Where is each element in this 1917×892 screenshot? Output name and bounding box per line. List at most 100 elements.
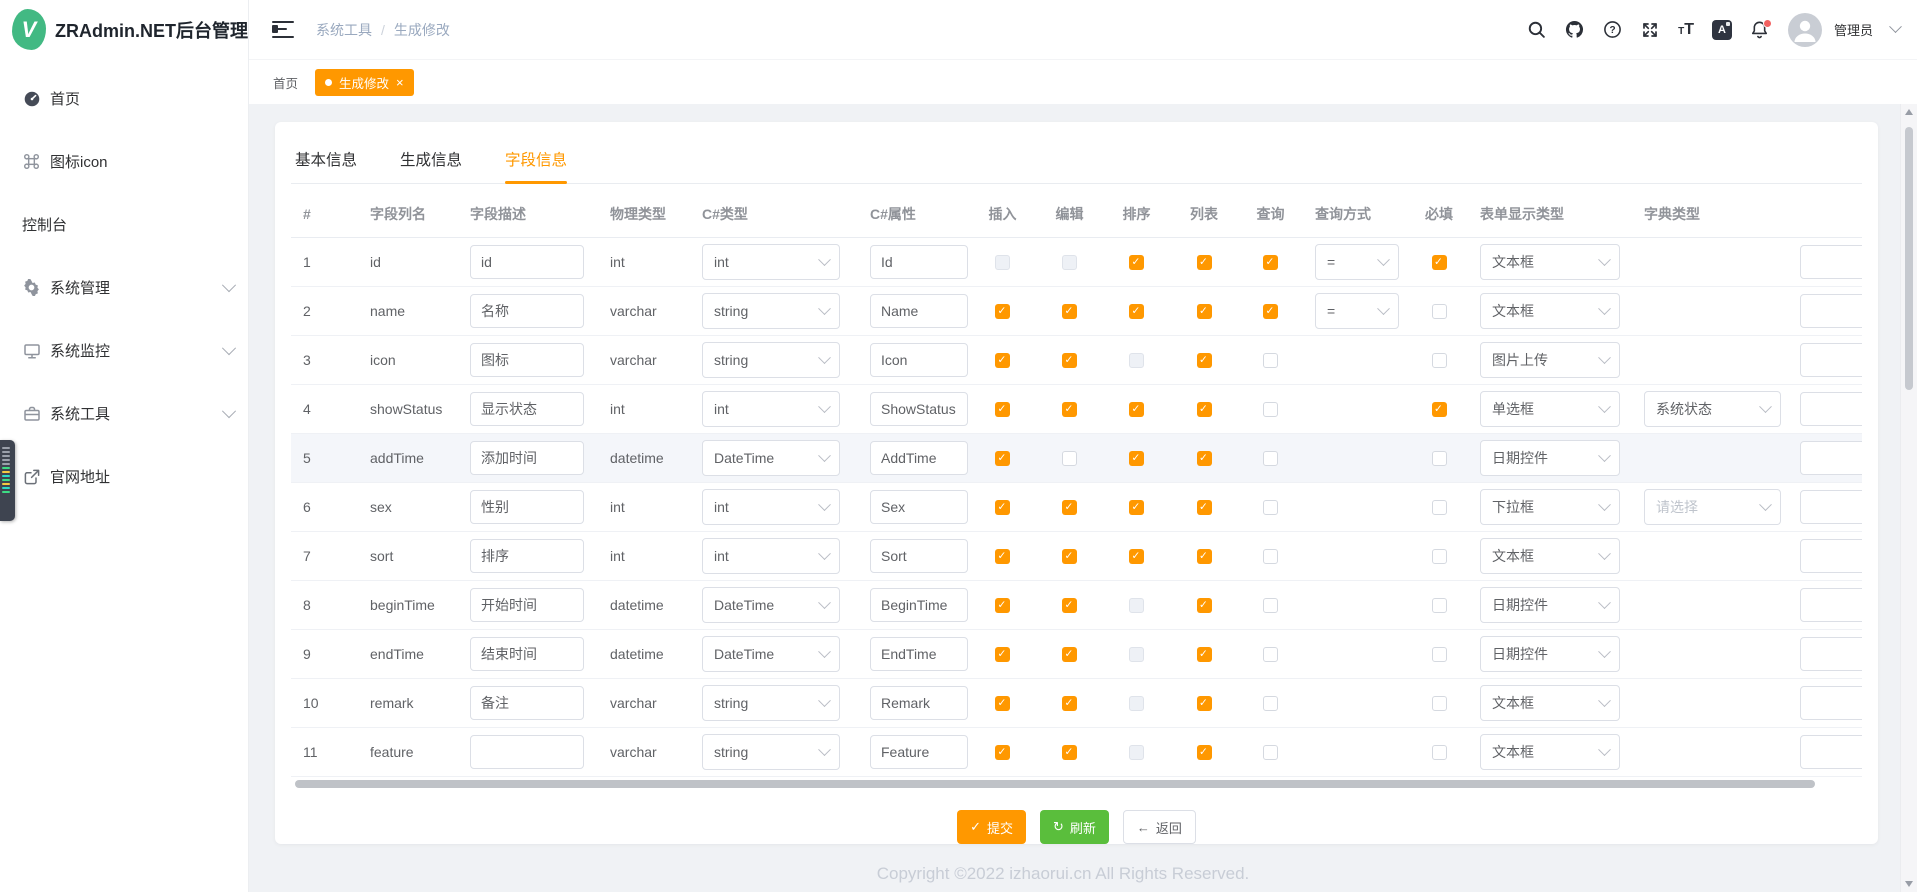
scroll-up-arrow-icon[interactable] bbox=[1905, 109, 1913, 115]
query-checkbox[interactable] bbox=[1263, 451, 1278, 466]
extra-input[interactable] bbox=[1800, 245, 1862, 279]
breadcrumb-item[interactable]: 系统工具 bbox=[316, 20, 372, 40]
csharp-type-select[interactable]: DateTime bbox=[702, 440, 840, 476]
query-checkbox[interactable] bbox=[1263, 304, 1278, 319]
form-type-select[interactable]: 日期控件 bbox=[1480, 636, 1620, 672]
sort-checkbox[interactable] bbox=[1129, 549, 1144, 564]
required-checkbox[interactable] bbox=[1432, 500, 1447, 515]
form-type-select[interactable]: 文本框 bbox=[1480, 293, 1620, 329]
edit-checkbox[interactable] bbox=[1062, 451, 1077, 466]
extra-input[interactable] bbox=[1800, 343, 1862, 377]
edit-checkbox[interactable] bbox=[1062, 353, 1077, 368]
insert-checkbox[interactable] bbox=[995, 451, 1010, 466]
column-desc-input[interactable] bbox=[470, 294, 584, 328]
required-checkbox[interactable] bbox=[1432, 745, 1447, 760]
required-checkbox[interactable] bbox=[1432, 696, 1447, 711]
form-type-select[interactable]: 文本框 bbox=[1480, 244, 1620, 280]
vertical-scrollbar[interactable] bbox=[1900, 104, 1917, 892]
csharp-type-select[interactable]: int bbox=[702, 244, 840, 280]
required-checkbox[interactable] bbox=[1432, 647, 1447, 662]
column-desc-input[interactable] bbox=[470, 245, 584, 279]
required-checkbox[interactable] bbox=[1432, 549, 1447, 564]
query-checkbox[interactable] bbox=[1263, 696, 1278, 711]
query-checkbox[interactable] bbox=[1263, 549, 1278, 564]
query-checkbox[interactable] bbox=[1263, 745, 1278, 760]
csharp-prop-input[interactable] bbox=[870, 294, 968, 328]
sidebar-item[interactable]: 官网地址 bbox=[0, 445, 248, 508]
sort-checkbox[interactable] bbox=[1129, 451, 1144, 466]
form-type-select[interactable]: 文本框 bbox=[1480, 685, 1620, 721]
insert-checkbox[interactable] bbox=[995, 353, 1010, 368]
edit-checkbox[interactable] bbox=[1062, 304, 1077, 319]
query-type-select[interactable]: = bbox=[1315, 293, 1399, 329]
csharp-prop-input[interactable] bbox=[870, 637, 968, 671]
form-type-select[interactable]: 日期控件 bbox=[1480, 440, 1620, 476]
csharp-type-select[interactable]: string bbox=[702, 734, 840, 770]
sidebar-item[interactable]: 系统监控 bbox=[0, 319, 248, 382]
sidebar-item[interactable]: 首页 bbox=[0, 67, 248, 130]
insert-checkbox[interactable] bbox=[995, 696, 1010, 711]
insert-checkbox[interactable] bbox=[995, 598, 1010, 613]
csharp-type-select[interactable]: string bbox=[702, 685, 840, 721]
sort-checkbox[interactable] bbox=[1129, 500, 1144, 515]
form-type-select[interactable]: 文本框 bbox=[1480, 734, 1620, 770]
search-icon[interactable] bbox=[1526, 20, 1546, 40]
column-desc-input[interactable] bbox=[470, 588, 584, 622]
list-checkbox[interactable] bbox=[1197, 304, 1212, 319]
sidebar-item[interactable]: 系统工具 bbox=[0, 382, 248, 445]
insert-checkbox[interactable] bbox=[995, 304, 1010, 319]
collapsed-panel-handle[interactable] bbox=[0, 440, 15, 521]
form-type-select[interactable]: 单选框 bbox=[1480, 391, 1620, 427]
extra-input[interactable] bbox=[1800, 686, 1862, 720]
insert-checkbox[interactable] bbox=[995, 549, 1010, 564]
close-icon[interactable]: × bbox=[396, 76, 404, 89]
query-checkbox[interactable] bbox=[1263, 353, 1278, 368]
column-desc-input[interactable] bbox=[470, 343, 584, 377]
edit-checkbox[interactable] bbox=[1062, 500, 1077, 515]
list-checkbox[interactable] bbox=[1197, 255, 1212, 270]
column-desc-input[interactable] bbox=[470, 441, 584, 475]
extra-input[interactable] bbox=[1800, 735, 1862, 769]
list-checkbox[interactable] bbox=[1197, 451, 1212, 466]
edit-checkbox[interactable] bbox=[1062, 402, 1077, 417]
required-checkbox[interactable] bbox=[1432, 255, 1447, 270]
logo-row[interactable]: V ZRAdmin.NET后台管理 bbox=[0, 0, 248, 59]
user-name[interactable]: 管理员 bbox=[1834, 20, 1873, 39]
list-checkbox[interactable] bbox=[1197, 353, 1212, 368]
fullscreen-icon[interactable] bbox=[1640, 20, 1660, 40]
csharp-prop-input[interactable] bbox=[870, 343, 968, 377]
list-checkbox[interactable] bbox=[1197, 696, 1212, 711]
csharp-prop-input[interactable] bbox=[870, 588, 968, 622]
query-type-select[interactable]: = bbox=[1315, 244, 1399, 280]
list-checkbox[interactable] bbox=[1197, 402, 1212, 417]
required-checkbox[interactable] bbox=[1432, 304, 1447, 319]
chevron-down-icon[interactable] bbox=[1889, 20, 1902, 33]
column-desc-input[interactable] bbox=[470, 686, 584, 720]
dict-type-select[interactable]: 系统状态 bbox=[1644, 391, 1781, 427]
extra-input[interactable] bbox=[1800, 588, 1862, 622]
query-checkbox[interactable] bbox=[1263, 598, 1278, 613]
language-icon[interactable]: A bbox=[1712, 20, 1732, 40]
scroll-down-arrow-icon[interactable] bbox=[1905, 881, 1913, 887]
column-desc-input[interactable] bbox=[470, 490, 584, 524]
csharp-type-select[interactable]: string bbox=[702, 293, 840, 329]
csharp-prop-input[interactable] bbox=[870, 686, 968, 720]
required-checkbox[interactable] bbox=[1432, 451, 1447, 466]
horizontal-scrollbar-thumb[interactable] bbox=[295, 780, 1815, 788]
sort-checkbox[interactable] bbox=[1129, 402, 1144, 417]
extra-input[interactable] bbox=[1800, 539, 1862, 573]
list-checkbox[interactable] bbox=[1197, 549, 1212, 564]
sidebar-item[interactable]: 图标icon bbox=[0, 130, 248, 193]
csharp-prop-input[interactable] bbox=[870, 490, 968, 524]
csharp-prop-input[interactable] bbox=[870, 735, 968, 769]
sidebar-item[interactable]: 控制台 bbox=[0, 193, 248, 256]
sidebar-item[interactable]: 系统管理 bbox=[0, 256, 248, 319]
list-checkbox[interactable] bbox=[1197, 598, 1212, 613]
sort-checkbox[interactable] bbox=[1129, 255, 1144, 270]
help-icon[interactable]: ? bbox=[1602, 20, 1622, 40]
insert-checkbox[interactable] bbox=[995, 255, 1010, 270]
extra-input[interactable] bbox=[1800, 441, 1862, 475]
csharp-type-select[interactable]: int bbox=[702, 391, 840, 427]
csharp-type-select[interactable]: int bbox=[702, 538, 840, 574]
insert-checkbox[interactable] bbox=[995, 500, 1010, 515]
